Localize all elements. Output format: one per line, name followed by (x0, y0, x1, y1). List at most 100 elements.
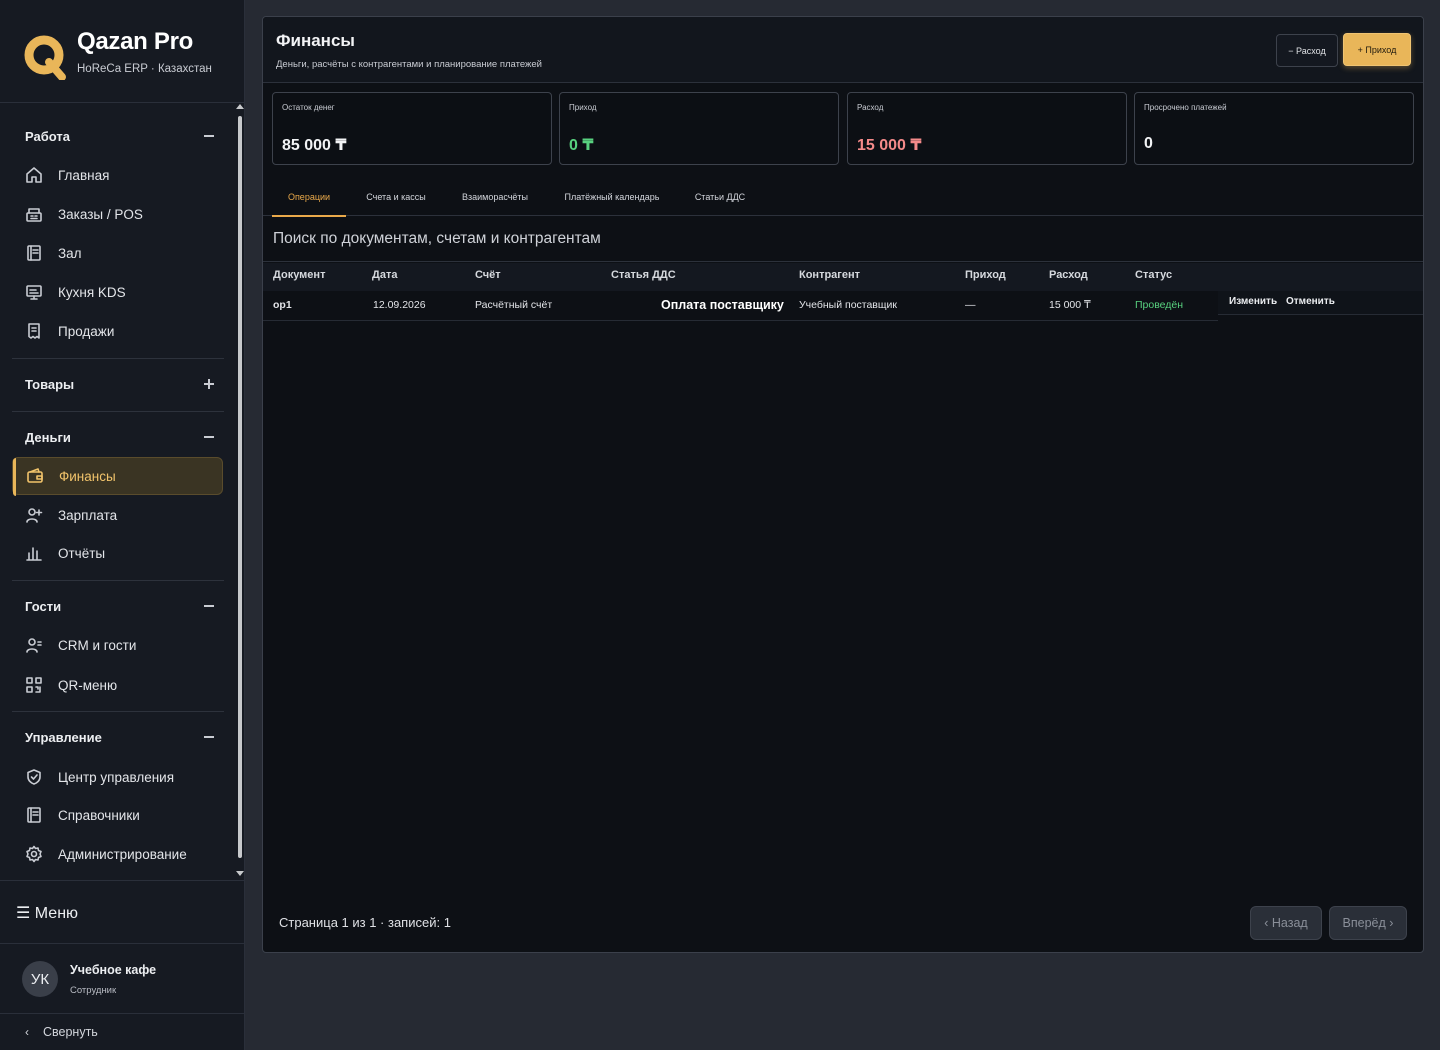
scroll-up-icon[interactable] (236, 104, 244, 109)
sidebar-item-home[interactable]: Главная (12, 156, 223, 194)
logo-icon[interactable] (22, 32, 68, 80)
shield-icon (25, 768, 43, 786)
sidebar-item-reports[interactable]: Отчёты (12, 534, 223, 572)
cell-income: — (965, 299, 976, 311)
cell-article: Оплата поставщику (661, 298, 784, 312)
sidebar-item-hall[interactable]: Зал (12, 234, 223, 272)
add-expense-button[interactable]: − Расход (1276, 34, 1338, 67)
brand-subtitle: HoReCa ERP · Казахстан (77, 63, 212, 75)
cancel-button[interactable]: Отменить (1286, 296, 1335, 307)
sidebar-item-crm[interactable]: CRM и гости (12, 626, 223, 664)
tab-accounts[interactable]: Счета и кассы (359, 177, 433, 216)
column-header-status[interactable]: Статус (1135, 269, 1172, 281)
tab-payment-calendar[interactable]: Платёжный календарь (557, 177, 667, 216)
menu-button[interactable]: ☰ Меню (16, 903, 78, 923)
section-header-work[interactable]: Работа (25, 126, 215, 146)
kpi-value: 15 000 ₸ (857, 137, 922, 154)
qr-icon (25, 676, 43, 694)
section-title: Товары (25, 376, 75, 392)
receipt-icon (25, 322, 43, 340)
wallet-icon (26, 467, 44, 485)
next-page-button[interactable]: Вперёд › (1329, 906, 1407, 940)
cell-document[interactable]: op1 (273, 299, 292, 311)
section-title: Гости (25, 598, 62, 614)
search-bar (263, 217, 1423, 262)
collapse-icon[interactable] (203, 431, 215, 443)
section-header-money[interactable]: Деньги (25, 427, 215, 447)
sidebar-item-label: Кухня KDS (58, 284, 126, 300)
kpi-value: 0 ₸ (569, 137, 594, 154)
column-header-account[interactable]: Счёт (475, 269, 501, 281)
prev-page-button[interactable]: ‹ Назад (1250, 906, 1322, 940)
section-header-management[interactable]: Управление (25, 727, 215, 747)
user-list-icon (25, 636, 43, 654)
tab-settlements[interactable]: Взаиморасчёты (453, 177, 537, 216)
sidebar-item-label: Заказы / POS (58, 206, 143, 222)
kpi-label: Приход (569, 103, 597, 112)
section-header-goods[interactable]: Товары (25, 374, 215, 394)
sidebar-item-label: Зал (58, 245, 82, 261)
sidebar-item-control-center[interactable]: Центр управления (12, 758, 223, 796)
brand: Qazan Pro HoReCa ERP · Казахстан (0, 0, 245, 103)
avatar: УК (22, 961, 58, 997)
brand-title: Qazan Pro (77, 28, 193, 55)
status-badge: Проведён (1135, 299, 1184, 311)
user-card[interactable]: УК Учебное кафе Сотрудник (0, 945, 245, 1014)
sidebar-item-finance[interactable]: Финансы (12, 457, 223, 496)
user-name: Учебное кафе (70, 963, 157, 977)
sidebar-scrollbar[interactable] (235, 104, 245, 879)
section-title: Управление (25, 729, 102, 745)
collapse-sidebar-button[interactable]: ‹ Свернуть (25, 1025, 98, 1039)
collapse-icon[interactable] (203, 600, 215, 612)
section-title: Деньги (25, 429, 71, 445)
table-row[interactable]: op1 12.09.2026 Расчётный счёт Оплата пос… (263, 291, 1218, 321)
sidebar-item-references[interactable]: Справочники (12, 796, 223, 834)
menu-row: ☰ Меню (0, 880, 245, 944)
active-indicator (13, 458, 16, 496)
register-icon (25, 205, 43, 223)
tab-label: Платёжный календарь (564, 191, 660, 202)
sidebar-item-qr-menu[interactable]: QR-меню (12, 666, 223, 704)
edit-button[interactable]: Изменить (1229, 296, 1277, 307)
sidebar-item-label: Продажи (58, 323, 115, 339)
column-header-article[interactable]: Статья ДДС (611, 269, 676, 281)
kpi-label: Остаток денег (282, 103, 335, 112)
sidebar-item-label: Отчёты (58, 545, 106, 561)
cell-date: 12.09.2026 (373, 299, 426, 311)
cell-counterparty: Учебный поставщик (799, 299, 897, 311)
scroll-down-icon[interactable] (236, 871, 244, 876)
divider (12, 411, 224, 412)
divider (12, 358, 224, 359)
tab-label: Статьи ДДС (694, 191, 746, 202)
bar-chart-icon (25, 544, 43, 562)
sidebar-item-label: Финансы (59, 468, 116, 484)
sidebar-item-sales[interactable]: Продажи (12, 312, 223, 350)
tab-operations[interactable]: Операции (272, 177, 346, 217)
sidebar-item-salary[interactable]: Зарплата (12, 496, 223, 534)
expand-icon[interactable] (203, 378, 215, 390)
kpi-card-balance: Остаток денег 85 000 ₸ (272, 92, 552, 165)
sidebar-item-kitchen[interactable]: Кухня KDS (12, 273, 223, 311)
collapse-icon[interactable] (203, 130, 215, 142)
sidebar: Qazan Pro HoReCa ERP · Казахстан Работа … (0, 0, 245, 1050)
sidebar-item-orders[interactable]: Заказы / POS (12, 195, 223, 233)
book-icon (25, 806, 43, 824)
collapse-icon[interactable] (203, 731, 215, 743)
search-input[interactable] (273, 230, 873, 248)
column-header-document[interactable]: Документ (273, 269, 325, 281)
sidebar-item-label: QR-меню (58, 677, 118, 693)
sidebar-item-admin[interactable]: Администрирование (12, 835, 223, 873)
scroll-thumb[interactable] (238, 116, 242, 858)
section-header-guests[interactable]: Гости (25, 596, 215, 616)
sidebar-item-label: Администрирование (58, 846, 187, 862)
divider (12, 711, 224, 712)
sidebar-item-label: CRM и гости (58, 637, 137, 653)
column-header-date[interactable]: Дата (372, 269, 397, 281)
add-income-button[interactable]: + Приход (1343, 33, 1411, 66)
column-header-expense[interactable]: Расход (1049, 269, 1088, 281)
tab-label: Операции (287, 191, 331, 202)
column-header-counterparty[interactable]: Контрагент (799, 269, 860, 281)
column-header-income[interactable]: Приход (965, 269, 1006, 281)
kpi-card-expense: Расход 15 000 ₸ (847, 92, 1127, 165)
tab-cashflow-articles[interactable]: Статьи ДДС (687, 177, 753, 216)
